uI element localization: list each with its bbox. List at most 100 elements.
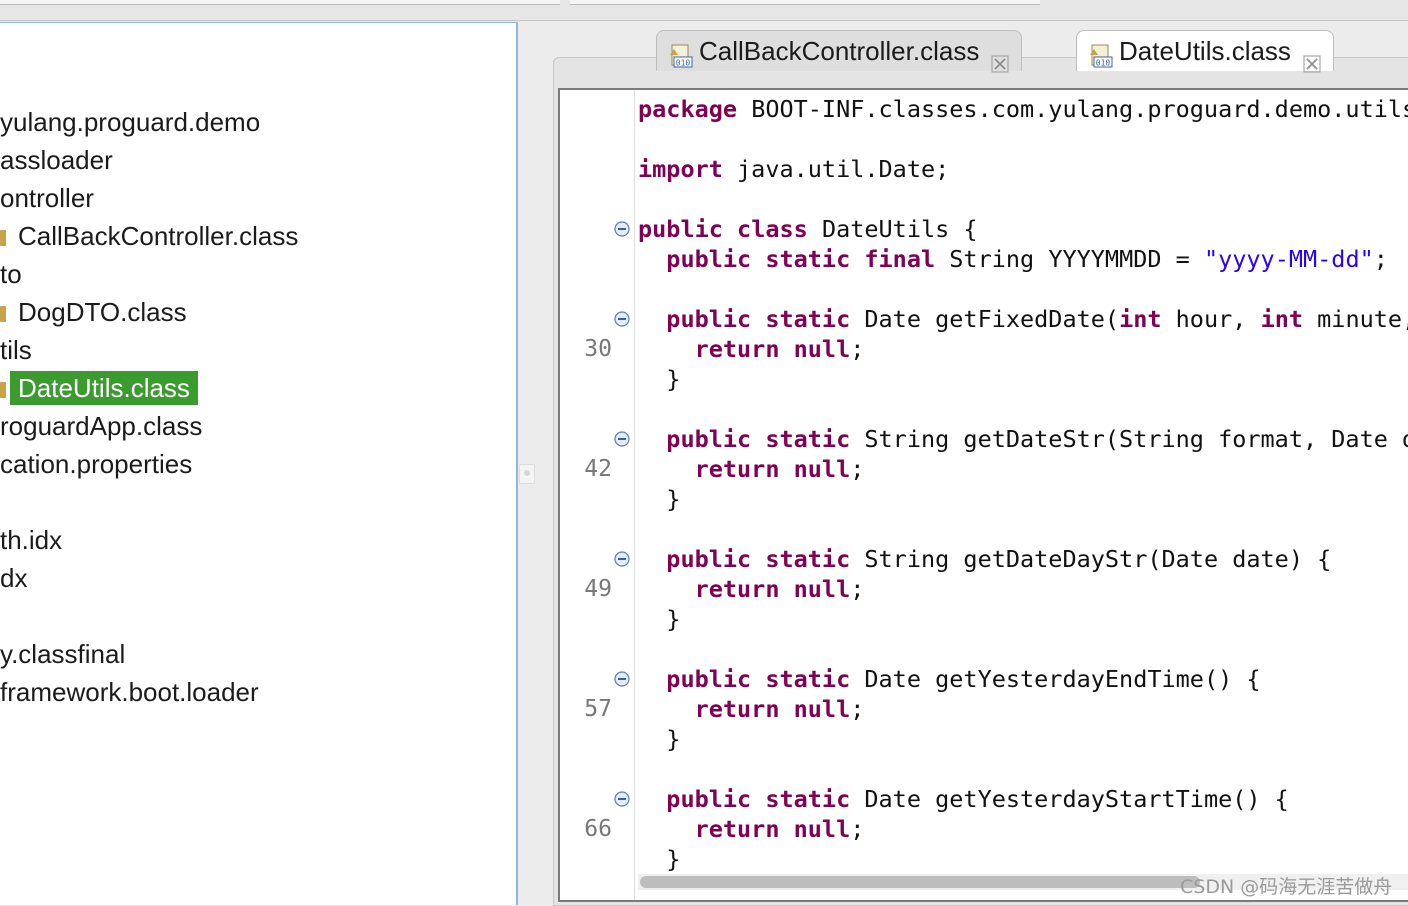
- keyword-token: static: [765, 665, 851, 693]
- tree-item[interactable]: tils: [0, 333, 40, 367]
- code-token: }: [638, 725, 681, 753]
- class-file-icon: [0, 302, 10, 326]
- keyword-token: public: [666, 305, 752, 333]
- fold-collapse-icon[interactable]: [614, 221, 630, 237]
- keyword-token: public: [666, 245, 752, 273]
- code-text-area[interactable]: package BOOT-INF.classes.com.yulang.prog…: [638, 90, 1408, 873]
- tree-item[interactable]: ontroller: [0, 181, 102, 215]
- top-toolbar-strip: [0, 0, 1408, 21]
- code-line: return null;: [638, 574, 865, 604]
- class-file-icon: [0, 378, 10, 402]
- fold-collapse-icon[interactable]: [614, 791, 630, 807]
- tree-item-label: y.classfinal: [0, 639, 126, 669]
- keyword-token: public: [666, 665, 752, 693]
- tree-item[interactable]: roguardApp.class: [0, 409, 210, 443]
- close-tab-icon[interactable]: [991, 44, 1009, 73]
- code-line: import java.util.Date;: [638, 154, 949, 184]
- tree-item-label: ontroller: [0, 183, 94, 213]
- keyword-token: return: [694, 815, 780, 843]
- panel-resize-handle[interactable]: [519, 464, 535, 484]
- keyword-token: null: [793, 575, 851, 603]
- fold-collapse-icon[interactable]: [614, 671, 630, 687]
- svg-text:010: 010: [1096, 59, 1111, 68]
- code-line: return null;: [638, 334, 865, 364]
- tree-item[interactable]: th.idx: [0, 523, 70, 557]
- tab-dateutils-class[interactable]: 010 DateUtils.class: [1076, 30, 1334, 73]
- horizontal-scrollbar-thumb[interactable]: [640, 876, 1200, 888]
- code-token: }: [638, 605, 681, 633]
- class-file-icon: [0, 226, 10, 250]
- line-number: 57: [584, 696, 612, 722]
- tree-item[interactable]: assloader: [0, 143, 121, 177]
- code-token: ;: [850, 575, 865, 603]
- tab-callbackcontroller-class[interactable]: 010 CallBackController.class: [656, 30, 1023, 73]
- code-token: BOOT-INF.classes.com.yulang.proguard.dem…: [737, 95, 1408, 123]
- close-tab-icon[interactable]: [1303, 44, 1321, 73]
- code-token: DateUtils {: [807, 215, 978, 243]
- tree-item[interactable]: cation.properties: [0, 447, 200, 481]
- package-explorer[interactable]: yulang.proguard.demo assloader ontroller Ca…: [0, 22, 518, 905]
- fold-collapse-icon[interactable]: [614, 311, 630, 327]
- code-token: Date getFixedDate(: [850, 305, 1120, 333]
- line-number: 30: [584, 336, 612, 362]
- code-line: }: [638, 604, 680, 634]
- keyword-token: final: [864, 245, 936, 273]
- code-token: java.util.Date;: [722, 155, 950, 183]
- code-token: }: [638, 365, 681, 393]
- svg-text:010: 010: [676, 59, 691, 68]
- code-token: ;: [850, 455, 865, 483]
- tree-item-label: yulang.proguard.demo: [0, 107, 261, 137]
- code-token: ;: [850, 695, 865, 723]
- tab-label: DateUtils.class: [1119, 36, 1291, 66]
- code-token: }: [638, 485, 681, 513]
- tree-item[interactable]: dx: [0, 561, 35, 595]
- code-line: return null;: [638, 814, 865, 844]
- keyword-token: public: [666, 425, 752, 453]
- tree-item[interactable]: framework.boot.loader: [0, 675, 267, 709]
- line-number: 49: [584, 576, 612, 602]
- tree-item[interactable]: yulang.proguard.demo: [0, 105, 268, 139]
- tree-item[interactable]: to: [0, 257, 30, 291]
- tree-item[interactable]: DateUtils.class: [0, 371, 198, 405]
- code-token: ;: [850, 815, 865, 843]
- toolbar-segment: [570, 0, 1040, 5]
- keyword-token: null: [793, 335, 851, 363]
- tree-item[interactable]: [0, 485, 8, 519]
- tree-item-label: to: [0, 259, 22, 289]
- keyword-token: null: [793, 695, 851, 723]
- code-editor[interactable]: 30 42 49 57 66 package BOOT-INF.classes.com.…: [558, 88, 1408, 902]
- code-line: return null;: [638, 694, 865, 724]
- code-line: public static Date getFixedDate(int hour…: [638, 304, 1408, 334]
- keyword-token: public: [666, 545, 752, 573]
- tree-item-label: framework.boot.loader: [0, 677, 259, 707]
- code-line: public static String getDateStr(String f…: [638, 424, 1408, 454]
- fold-collapse-icon[interactable]: [614, 551, 630, 567]
- tree-item[interactable]: DogDTO.class: [0, 295, 195, 329]
- tab-label: CallBackController.class: [699, 36, 980, 66]
- tree-item[interactable]: [0, 599, 8, 633]
- fold-collapse-icon[interactable]: [614, 431, 630, 447]
- tree-item[interactable]: CallBackController.class: [0, 219, 306, 253]
- tree-item[interactable]: y.classfinal: [0, 637, 133, 671]
- code-line: return null;: [638, 454, 865, 484]
- keyword-token: int: [1260, 305, 1304, 333]
- code-token: String getDateDayStr(Date date) {: [850, 545, 1332, 573]
- tree-item-label: dx: [0, 563, 28, 593]
- keyword-token: static: [765, 425, 851, 453]
- keyword-token: return: [694, 575, 780, 603]
- keyword-token: public: [666, 785, 752, 813]
- code-token: String getDateStr(String format, Date da…: [864, 425, 1408, 453]
